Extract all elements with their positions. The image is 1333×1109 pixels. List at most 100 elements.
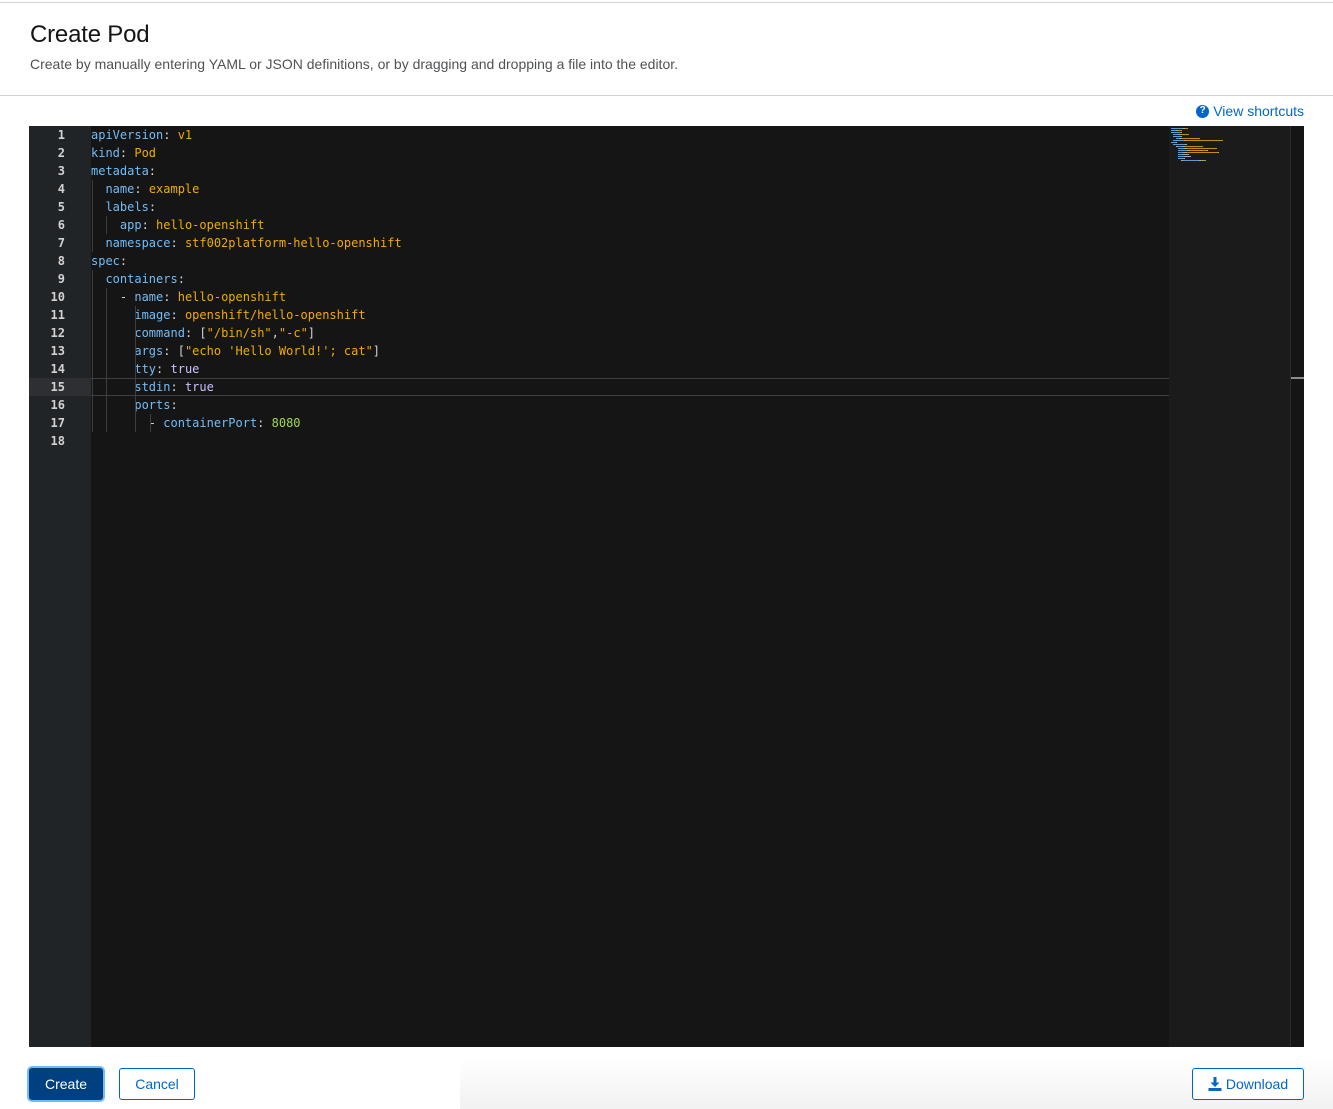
code-token: name [105, 182, 135, 196]
code-line: tty: true [91, 360, 1169, 378]
minimap-token [1186, 152, 1218, 153]
code-token: stf002platform-hello-openshift [184, 236, 402, 250]
line-number: 6 [57, 218, 65, 232]
code-token: image [134, 308, 171, 322]
minimap-token [1178, 130, 1182, 131]
code-token: namespace [105, 236, 171, 250]
vertical-scrollbar[interactable] [1290, 126, 1304, 1047]
code-token: : [177, 272, 185, 286]
code-token: tty [134, 362, 157, 376]
line-number: 1 [57, 128, 65, 142]
code-token: - [119, 290, 135, 304]
line-number: 4 [57, 182, 65, 196]
code-token: : [ [163, 344, 185, 358]
code-token: true [170, 362, 200, 376]
code-line: - containerPort: 8080 [91, 414, 1169, 432]
line-number: 13 [50, 344, 65, 358]
view-shortcuts-link[interactable]: ? View shortcuts [1196, 102, 1304, 120]
code-line: name: example [91, 180, 1169, 198]
code-token: : [134, 182, 149, 196]
code-token: containers [105, 272, 178, 286]
code-line: app: hello-openshift [91, 216, 1169, 234]
indent-guide [149, 414, 151, 432]
code-line: stdin: true [91, 378, 1169, 396]
minimap-token [1178, 150, 1187, 151]
minimap-token [1173, 136, 1181, 137]
code-token: kind [91, 146, 120, 160]
minimap-token [1180, 136, 1182, 137]
line-number: 2 [57, 146, 65, 160]
code-token: Pod [134, 146, 157, 160]
code-token: "-c" [278, 326, 308, 340]
code-token: ] [307, 326, 316, 340]
minimap-token [1171, 128, 1183, 129]
code-token: : [119, 254, 128, 268]
minimap-token [1180, 132, 1182, 133]
line-number-gutter: 1 2 3 4 5 6 7 8 9 10 11 12 13 14 15 16 17 18 [29, 126, 91, 1047]
create-button[interactable]: Create [29, 1068, 103, 1100]
code-token: : [170, 380, 185, 394]
minimap-token [1171, 132, 1181, 133]
code-line: - name: hello-openshift [91, 288, 1169, 306]
code-line: command: ["/bin/sh","-c"] [91, 324, 1169, 342]
line-number: 10 [50, 290, 65, 304]
minimap-token [1217, 152, 1219, 153]
indent-guide [106, 216, 108, 234]
code-token: : [163, 128, 178, 142]
download-label: Download [1225, 1076, 1289, 1092]
download-button[interactable]: Download [1192, 1068, 1304, 1100]
code-token: : [156, 362, 171, 376]
code-token: : [148, 164, 157, 178]
code-line: labels: [91, 198, 1169, 216]
code-area[interactable]: apiVersion: v1 kind: Pod metadata: name: e… [91, 126, 1169, 1047]
line-number: 5 [57, 200, 65, 214]
minimap-token [1175, 142, 1177, 143]
minimap-token [1181, 138, 1200, 139]
minimap-token [1190, 150, 1201, 151]
page-header: Create Pod Create by manually entering Y… [30, 20, 678, 73]
minimap-token [1185, 128, 1188, 129]
code-token: hello-openshift [177, 290, 287, 304]
code-token: : [119, 146, 135, 160]
code-line: containers: [91, 270, 1169, 288]
code-token: hello-openshift [156, 218, 265, 232]
minimap-token [1186, 140, 1223, 141]
download-icon [1208, 1077, 1222, 1091]
minimap-token [1183, 160, 1199, 161]
minimap-token [1186, 148, 1217, 149]
minimap-token [1184, 158, 1186, 159]
code-token: true [184, 380, 214, 394]
minimap-token [1173, 140, 1185, 141]
line-number: 14 [50, 362, 65, 376]
top-border [0, 2, 1333, 3]
line-number: 15 [29, 378, 91, 396]
code-token: containerPort [163, 416, 258, 430]
minimap-token [1201, 160, 1206, 161]
indent-guide [135, 306, 137, 432]
minimap-token [1186, 156, 1192, 157]
code-token: : [170, 398, 178, 412]
indent-guide [106, 288, 108, 432]
code-token: apiVersion [91, 128, 164, 142]
line-number: 18 [50, 434, 65, 448]
code-token: : [148, 200, 157, 214]
line-number: 11 [50, 308, 65, 322]
cursor-position-marker [1291, 377, 1304, 379]
code-token: openshift/hello-openshift [184, 308, 366, 322]
code-token: , [271, 326, 279, 340]
code-token: spec [91, 254, 120, 268]
code-line: image: openshift/hello-openshift [91, 306, 1169, 324]
page-description: Create by manually entering YAML or JSON… [30, 56, 679, 72]
code-line: ports: [91, 396, 1169, 414]
yaml-editor[interactable]: 1 2 3 4 5 6 7 8 9 10 11 12 13 14 15 16 17 18 apiVersion: … [29, 126, 1304, 1047]
minimap[interactable] [1169, 126, 1290, 1047]
minimap-token [1207, 150, 1209, 151]
code-token: "/bin/sh" [206, 326, 272, 340]
code-token: : [170, 236, 185, 250]
view-shortcuts-label: View shortcuts [1213, 103, 1304, 119]
code-token: ports [134, 398, 171, 412]
page-title: Create Pod [30, 21, 150, 48]
code-token: - [148, 416, 164, 430]
cancel-button[interactable]: Cancel [119, 1068, 195, 1100]
line-number: 17 [50, 416, 65, 430]
